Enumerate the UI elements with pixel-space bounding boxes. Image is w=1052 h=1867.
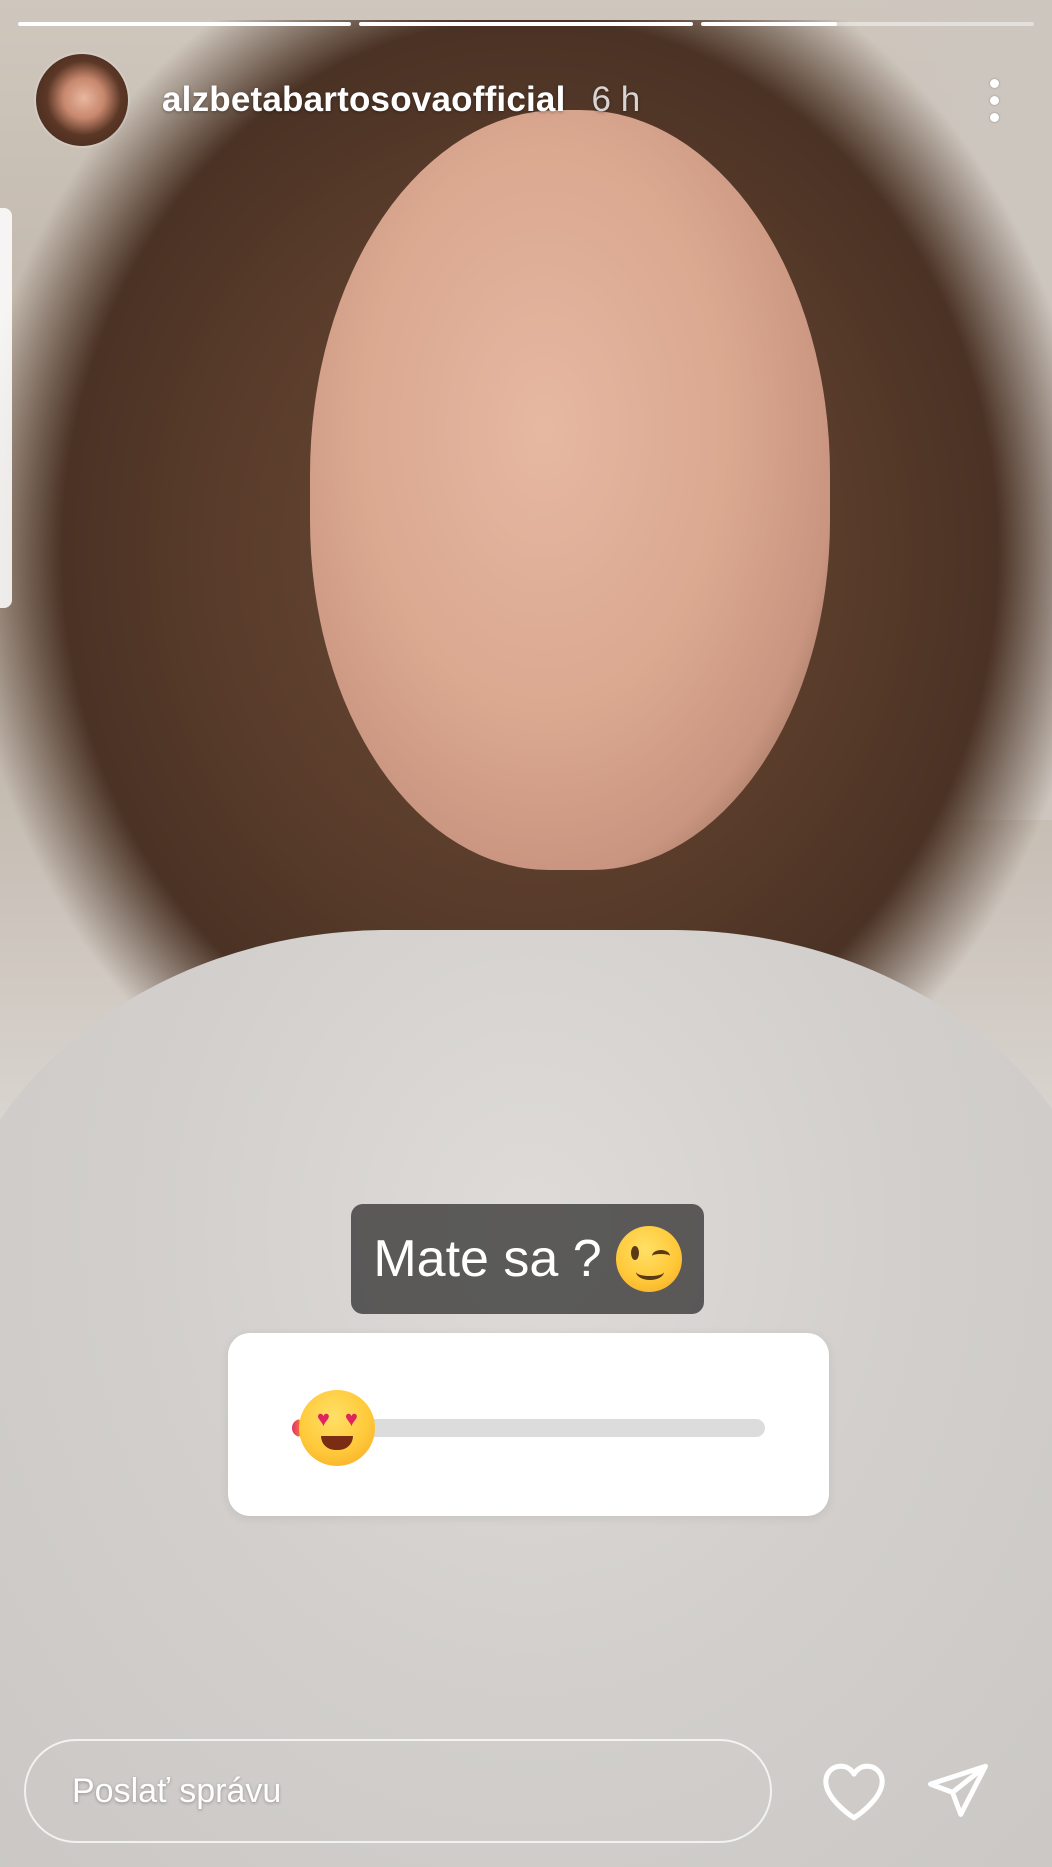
question-label: Mate sa ? xyxy=(351,1204,704,1314)
progress-segment-fill xyxy=(700,22,838,26)
smiling-face-with-heart-eyes-icon: ♥ ♥ xyxy=(299,1390,376,1466)
more-vertical-icon-dot xyxy=(989,95,999,105)
send-message-placeholder: Poslať správu xyxy=(72,1771,282,1810)
progress-segment-fill xyxy=(18,22,352,26)
more-vertical-icon-dot xyxy=(989,112,999,122)
reply-bar: Poslať správu xyxy=(24,1735,1028,1847)
slider-handle[interactable]: ♥ ♥ xyxy=(299,1390,376,1466)
like-button[interactable] xyxy=(814,1751,894,1831)
story-viewer[interactable]: alzbetabartosovaofficial 6 h Mate sa ? ♥… xyxy=(0,0,1052,1867)
avatar[interactable] xyxy=(36,54,128,146)
send-message-input[interactable]: Poslať správu xyxy=(24,1739,772,1843)
story-photo-face xyxy=(310,110,830,870)
more-vertical-icon xyxy=(989,78,999,88)
progress-segment xyxy=(700,22,1034,26)
username[interactable]: alzbetabartosovaofficial xyxy=(162,80,566,120)
winking-face-icon xyxy=(615,1226,682,1292)
post-time: 6 h xyxy=(591,80,641,119)
progress-segment xyxy=(359,22,693,26)
emoji-slider-sticker[interactable]: ♥ ♥ xyxy=(228,1333,829,1516)
progress-segment xyxy=(18,22,352,26)
story-progress-bar xyxy=(18,22,1034,26)
previous-story-edge[interactable] xyxy=(0,208,12,608)
progress-segment-fill xyxy=(359,22,693,26)
more-options-button[interactable] xyxy=(972,70,1016,130)
send-icon xyxy=(928,1763,988,1817)
heart-icon xyxy=(823,1763,885,1821)
send-button[interactable] xyxy=(918,1751,998,1831)
question-text: Mate sa ? xyxy=(373,1230,602,1288)
story-header: alzbetabartosovaofficial 6 h xyxy=(36,52,1016,148)
